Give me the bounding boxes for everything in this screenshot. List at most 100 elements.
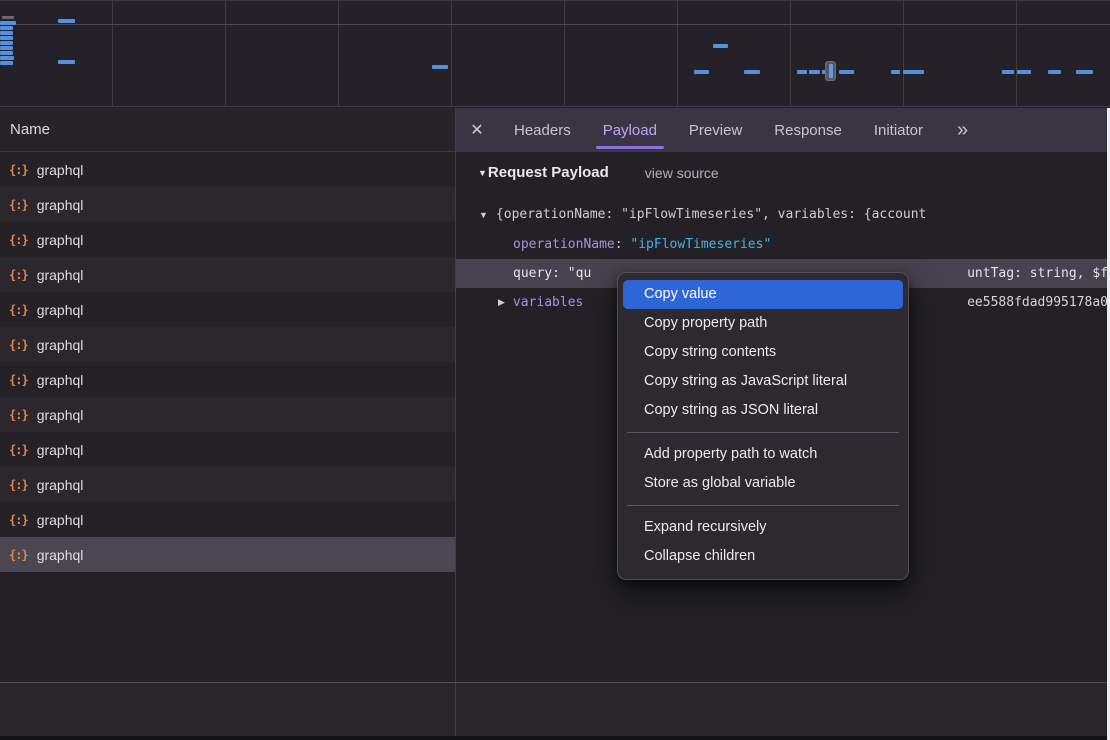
object-preview-text: {operationName: "ipFlowTimeseries", vari… [496,207,926,222]
name-column-header[interactable]: Name [0,108,455,152]
network-request-row[interactable]: {:} graphql [0,257,455,292]
more-tabs-icon[interactable]: » [945,119,979,142]
json-request-icon: {:} [9,268,28,282]
context-menu: Copy valueCopy property pathCopy string … [617,272,909,580]
tab-preview[interactable]: Preview [673,108,758,152]
json-request-icon: {:} [9,513,28,527]
waterfall-bar [2,16,14,19]
waterfall-bar [694,70,709,74]
property-value-end: untTag: string, $f [967,259,1108,288]
property-value: "ipFlowTimeseries" [630,237,771,252]
request-name: graphql [37,407,84,423]
waterfall-bar [58,19,75,23]
network-request-row[interactable]: {:} graphql [0,537,455,572]
tab-initiator[interactable]: Initiator [858,108,939,152]
request-name: graphql [37,302,84,318]
collapse-triangle-icon[interactable]: ▼ [479,210,488,220]
menu-item[interactable]: Store as global variable [623,469,903,498]
waterfall-bar [1048,70,1061,74]
request-name: graphql [37,232,84,248]
tab-response[interactable]: Response [758,108,858,152]
request-name: graphql [37,477,84,493]
overview-marker-bar [829,64,833,78]
name-column-label: Name [10,121,50,138]
waterfall-bar [0,21,16,25]
network-request-row[interactable]: {:} graphql [0,432,455,467]
payload-row-operation-name[interactable]: operationName: "ipFlowTimeseries" [456,230,1110,259]
detail-tabbar: ✕ Headers Payload Preview Response Initi… [456,108,1110,152]
expand-triangle-icon[interactable]: ▶ [498,297,505,308]
menu-item[interactable]: Copy property path [623,309,903,338]
waterfall-bar [891,70,900,74]
request-name: graphql [37,442,84,458]
menu-item[interactable]: Copy string as JavaScript literal [623,367,903,396]
network-request-row[interactable]: {:}graphql [0,502,455,537]
waterfall-bar [1076,70,1093,74]
waterfall-bar [0,41,13,45]
request-name: graphql [37,372,84,388]
tab-headers[interactable]: Headers [498,108,587,152]
network-request-row[interactable]: {:} graphql [0,362,455,397]
network-request-row[interactable]: {:} graphql [0,152,455,187]
waterfall-bar [1002,70,1014,74]
network-request-row[interactable]: {:} graphql [0,187,455,222]
network-request-row[interactable]: {:} graphql [0,292,455,327]
menu-item[interactable]: Copy string as JSON literal [623,396,903,425]
collapse-triangle-icon[interactable]: ▼ [478,168,487,178]
json-request-icon: {:} [9,373,28,387]
tab-payload[interactable]: Payload [587,108,673,152]
request-name: graphql [37,197,84,213]
request-list-panel: Name {:}graphql{:}graphql{:}graphql{:}gr… [0,108,455,682]
network-request-row[interactable]: {:} graphql [0,467,455,502]
json-request-icon: {:} [9,303,28,317]
request-name: graphql [37,267,84,283]
request-name: graphql [37,162,84,178]
network-request-row[interactable]: {:} graphql [0,397,455,432]
property-key: variables [513,295,583,310]
property-value-end: ee5588fdad995178a0 [967,288,1108,317]
waterfall-bar [1017,70,1031,74]
waterfall-bar [0,26,13,30]
json-request-icon: {:} [9,408,28,422]
menu-item[interactable]: Expand recursively [623,513,903,542]
waterfall-bar [58,60,75,64]
menu-item[interactable]: Add property path to watch [623,440,903,469]
window-bottom-edge [0,736,1110,740]
close-icon[interactable]: ✕ [456,120,498,140]
json-request-icon: {:} [9,163,28,177]
property-value-start: "qu [568,266,591,281]
network-overview-strip[interactable] [0,0,1110,107]
json-request-icon: {:} [9,198,28,212]
waterfall-bar [744,70,760,74]
json-request-icon: {:} [9,233,28,247]
network-request-row[interactable]: {:} graphql [0,222,455,257]
json-request-icon: {:} [9,478,28,492]
json-request-icon: {:} [9,548,28,562]
waterfall-bar [432,65,448,69]
property-key: query [513,266,552,281]
menu-item[interactable]: Copy string contents [623,338,903,367]
request-list: {:} graphql {:} graphql {:} graphql {:} graphql… [0,152,455,572]
panel-divider[interactable] [455,683,456,736]
overview-selection-marker[interactable] [825,61,836,81]
waterfall-bar [0,56,14,60]
network-request-row[interactable]: {:} graphql [0,327,455,362]
section-title: Request Payload [488,164,609,181]
waterfall-bar [809,70,820,74]
waterfall-bar [839,70,854,74]
waterfall-bar [903,70,924,74]
menu-item[interactable]: Collapse children [623,542,903,571]
view-source-link[interactable]: view source [645,165,719,181]
menu-item[interactable]: Copy value [623,280,903,309]
overview-gridline [0,24,1110,25]
payload-root-row[interactable]: ▼ {operationName: "ipFlowTimeseries", va… [456,200,1110,229]
request-name: graphql [37,337,84,353]
menu-separator [627,505,899,506]
request-name: graphql [37,547,84,563]
devtools-network-panel: Name {:}graphql{:}graphql{:}graphql{:}gr… [0,0,1110,740]
waterfall-bar [0,46,13,50]
summary-bar [0,682,1110,736]
request-payload-section: ▼ Request Payload view source [478,164,719,181]
json-request-icon: {:} [9,443,28,457]
json-request-icon: {:} [9,338,28,352]
